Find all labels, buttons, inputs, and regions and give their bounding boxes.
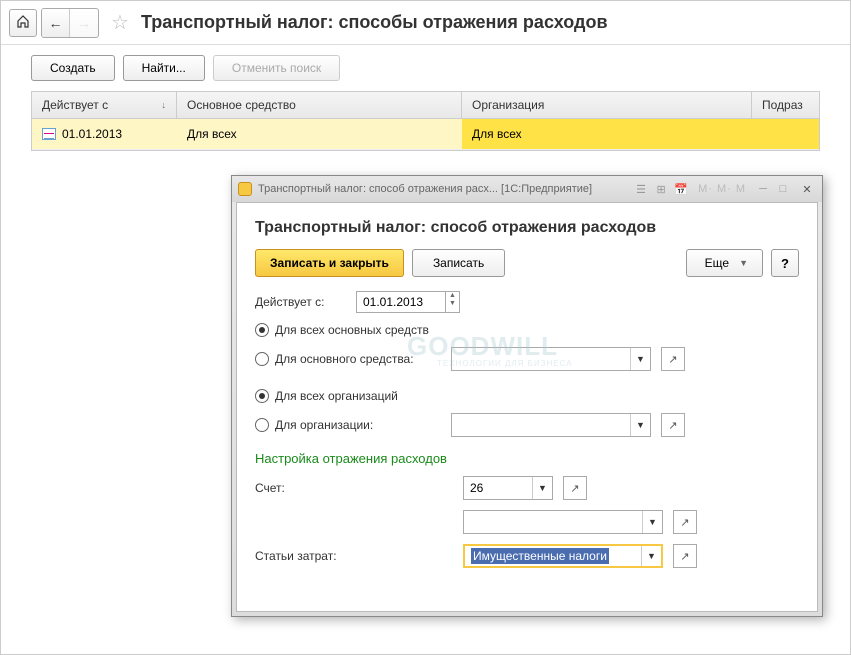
cost-combo[interactable]: Имущественные налоги ▼ [463, 544, 663, 568]
account-input[interactable]: 26 [464, 481, 532, 495]
tb-icon-1[interactable]: ☰ [632, 180, 650, 198]
radio-label: Для организации: [275, 418, 445, 432]
home-icon [16, 14, 30, 31]
col-label: Действует с [42, 98, 108, 112]
cost-open-button[interactable]: ↗ [673, 544, 697, 568]
arrow-left-icon: ← [49, 15, 63, 31]
cell-org: Для всех [462, 119, 752, 149]
more-button[interactable]: Еще ▼ [686, 249, 763, 277]
more-label: Еще [705, 256, 729, 270]
cost-value-selected: Имущественные налоги [471, 548, 609, 564]
radio-for-org[interactable]: Для организации: ▼ ↗ [255, 413, 799, 437]
tb-wm: M· M· M [698, 183, 746, 195]
dropdown-icon[interactable]: ▼ [641, 546, 661, 566]
dialog-window: Транспортный налог: способ отражения рас… [231, 175, 823, 617]
tb-maximize-icon[interactable]: □ [774, 180, 792, 198]
cell-date-text: 01.01.2013 [62, 127, 122, 141]
date-spinner[interactable]: ▲ ▼ [446, 291, 460, 313]
arrow-right-icon: → [77, 15, 91, 31]
page-title: Транспортный налог: способы отражения ра… [141, 12, 608, 33]
back-button[interactable]: ← [42, 9, 70, 37]
col-asset[interactable]: Основное средство [177, 92, 462, 118]
radio-icon[interactable] [255, 352, 269, 366]
dropdown-icon[interactable]: ▼ [630, 348, 650, 370]
cancel-search-button: Отменить поиск [213, 55, 340, 81]
radio-label: Для основного средства: [275, 352, 445, 366]
chevron-down-icon: ▼ [739, 258, 748, 268]
spin-down-icon[interactable]: ▼ [446, 300, 459, 308]
table-header: Действует с ↓ Основное средство Организа… [32, 92, 819, 119]
save-button[interactable]: Записать [412, 249, 505, 277]
data-table: Действует с ↓ Основное средство Организа… [31, 91, 820, 151]
radio-icon[interactable] [255, 323, 269, 337]
forward-button: → [70, 9, 98, 37]
cell-asset: Для всех [177, 119, 462, 149]
cell-dept [752, 119, 819, 149]
col-valid-from[interactable]: Действует с ↓ [32, 92, 177, 118]
app-icon [238, 182, 252, 196]
asset-combo[interactable]: ▼ [451, 347, 651, 371]
spin-up-icon[interactable]: ▲ [446, 292, 459, 300]
radio-label: Для всех организаций [275, 389, 398, 403]
tb-calendar-icon[interactable]: 📅 [672, 180, 690, 198]
sort-arrow-icon: ↓ [162, 100, 167, 110]
account-open-button[interactable]: ↗ [563, 476, 587, 500]
cost-input[interactable]: Имущественные налоги [465, 549, 641, 563]
valid-from-row: Действует с: ▲ ▼ [255, 291, 799, 313]
tb-calc-icon[interactable]: ⊞ [652, 180, 670, 198]
action-row: Создать Найти... Отменить поиск [1, 45, 850, 91]
account-row: Счет: 26 ▼ ↗ [255, 476, 799, 500]
col-org[interactable]: Организация [462, 92, 752, 118]
radio-icon[interactable] [255, 418, 269, 432]
close-icon[interactable]: ✕ [798, 180, 816, 198]
account-label: Счет: [255, 481, 415, 495]
valid-from-input[interactable] [356, 291, 446, 313]
asset-open-button[interactable]: ↗ [661, 347, 685, 371]
dialog-body: GOODWILL ТЕХНОЛОГИИ ДЛЯ БИЗНЕСА Транспор… [236, 202, 818, 612]
extra-combo[interactable]: ▼ [463, 510, 663, 534]
valid-from-label: Действует с: [255, 295, 350, 309]
favorite-star-icon[interactable]: ☆ [111, 10, 129, 35]
find-button[interactable]: Найти... [123, 55, 205, 81]
radio-label: Для всех основных средств [275, 323, 429, 337]
extra-open-button[interactable]: ↗ [673, 510, 697, 534]
dialog-window-title: Транспортный налог: способ отражения рас… [258, 183, 626, 195]
top-toolbar: ← → ☆ Транспортный налог: способы отраже… [1, 1, 850, 45]
dialog-heading: Транспортный налог: способ отражения рас… [255, 219, 799, 237]
section-title: Настройка отражения расходов [255, 451, 799, 466]
cost-row: Статьи затрат: Имущественные налоги ▼ ↗ [255, 544, 799, 568]
radio-all-assets[interactable]: Для всех основных средств [255, 323, 799, 337]
dialog-titlebar[interactable]: Транспортный налог: способ отражения рас… [232, 176, 822, 202]
radio-for-asset[interactable]: Для основного средства: ▼ ↗ [255, 347, 799, 371]
radio-icon[interactable] [255, 389, 269, 403]
create-button[interactable]: Создать [31, 55, 115, 81]
row-icon [42, 128, 56, 140]
cell-date: 01.01.2013 [32, 119, 177, 149]
dropdown-icon[interactable]: ▼ [630, 414, 650, 436]
cost-label: Статьи затрат: [255, 549, 415, 563]
dialog-actions: Записать и закрыть Записать Еще ▼ ? [255, 249, 799, 277]
account-combo[interactable]: 26 ▼ [463, 476, 553, 500]
save-close-button[interactable]: Записать и закрыть [255, 249, 404, 277]
org-open-button[interactable]: ↗ [661, 413, 685, 437]
dropdown-icon[interactable]: ▼ [642, 511, 662, 533]
radio-all-orgs[interactable]: Для всех организаций [255, 389, 799, 403]
dropdown-icon[interactable]: ▼ [532, 477, 552, 499]
home-button[interactable] [9, 9, 37, 37]
help-button[interactable]: ? [771, 249, 799, 277]
col-dept[interactable]: Подраз [752, 92, 819, 118]
extra-row: ▼ ↗ [255, 510, 799, 534]
tb-minimize-icon[interactable]: ─ [754, 180, 772, 198]
org-combo[interactable]: ▼ [451, 413, 651, 437]
titlebar-icons: ☰ ⊞ 📅 M· M· M ─ □ [632, 180, 792, 198]
table-row[interactable]: 01.01.2013 Для всех Для всех [32, 119, 819, 150]
nav-group: ← → [41, 8, 99, 38]
